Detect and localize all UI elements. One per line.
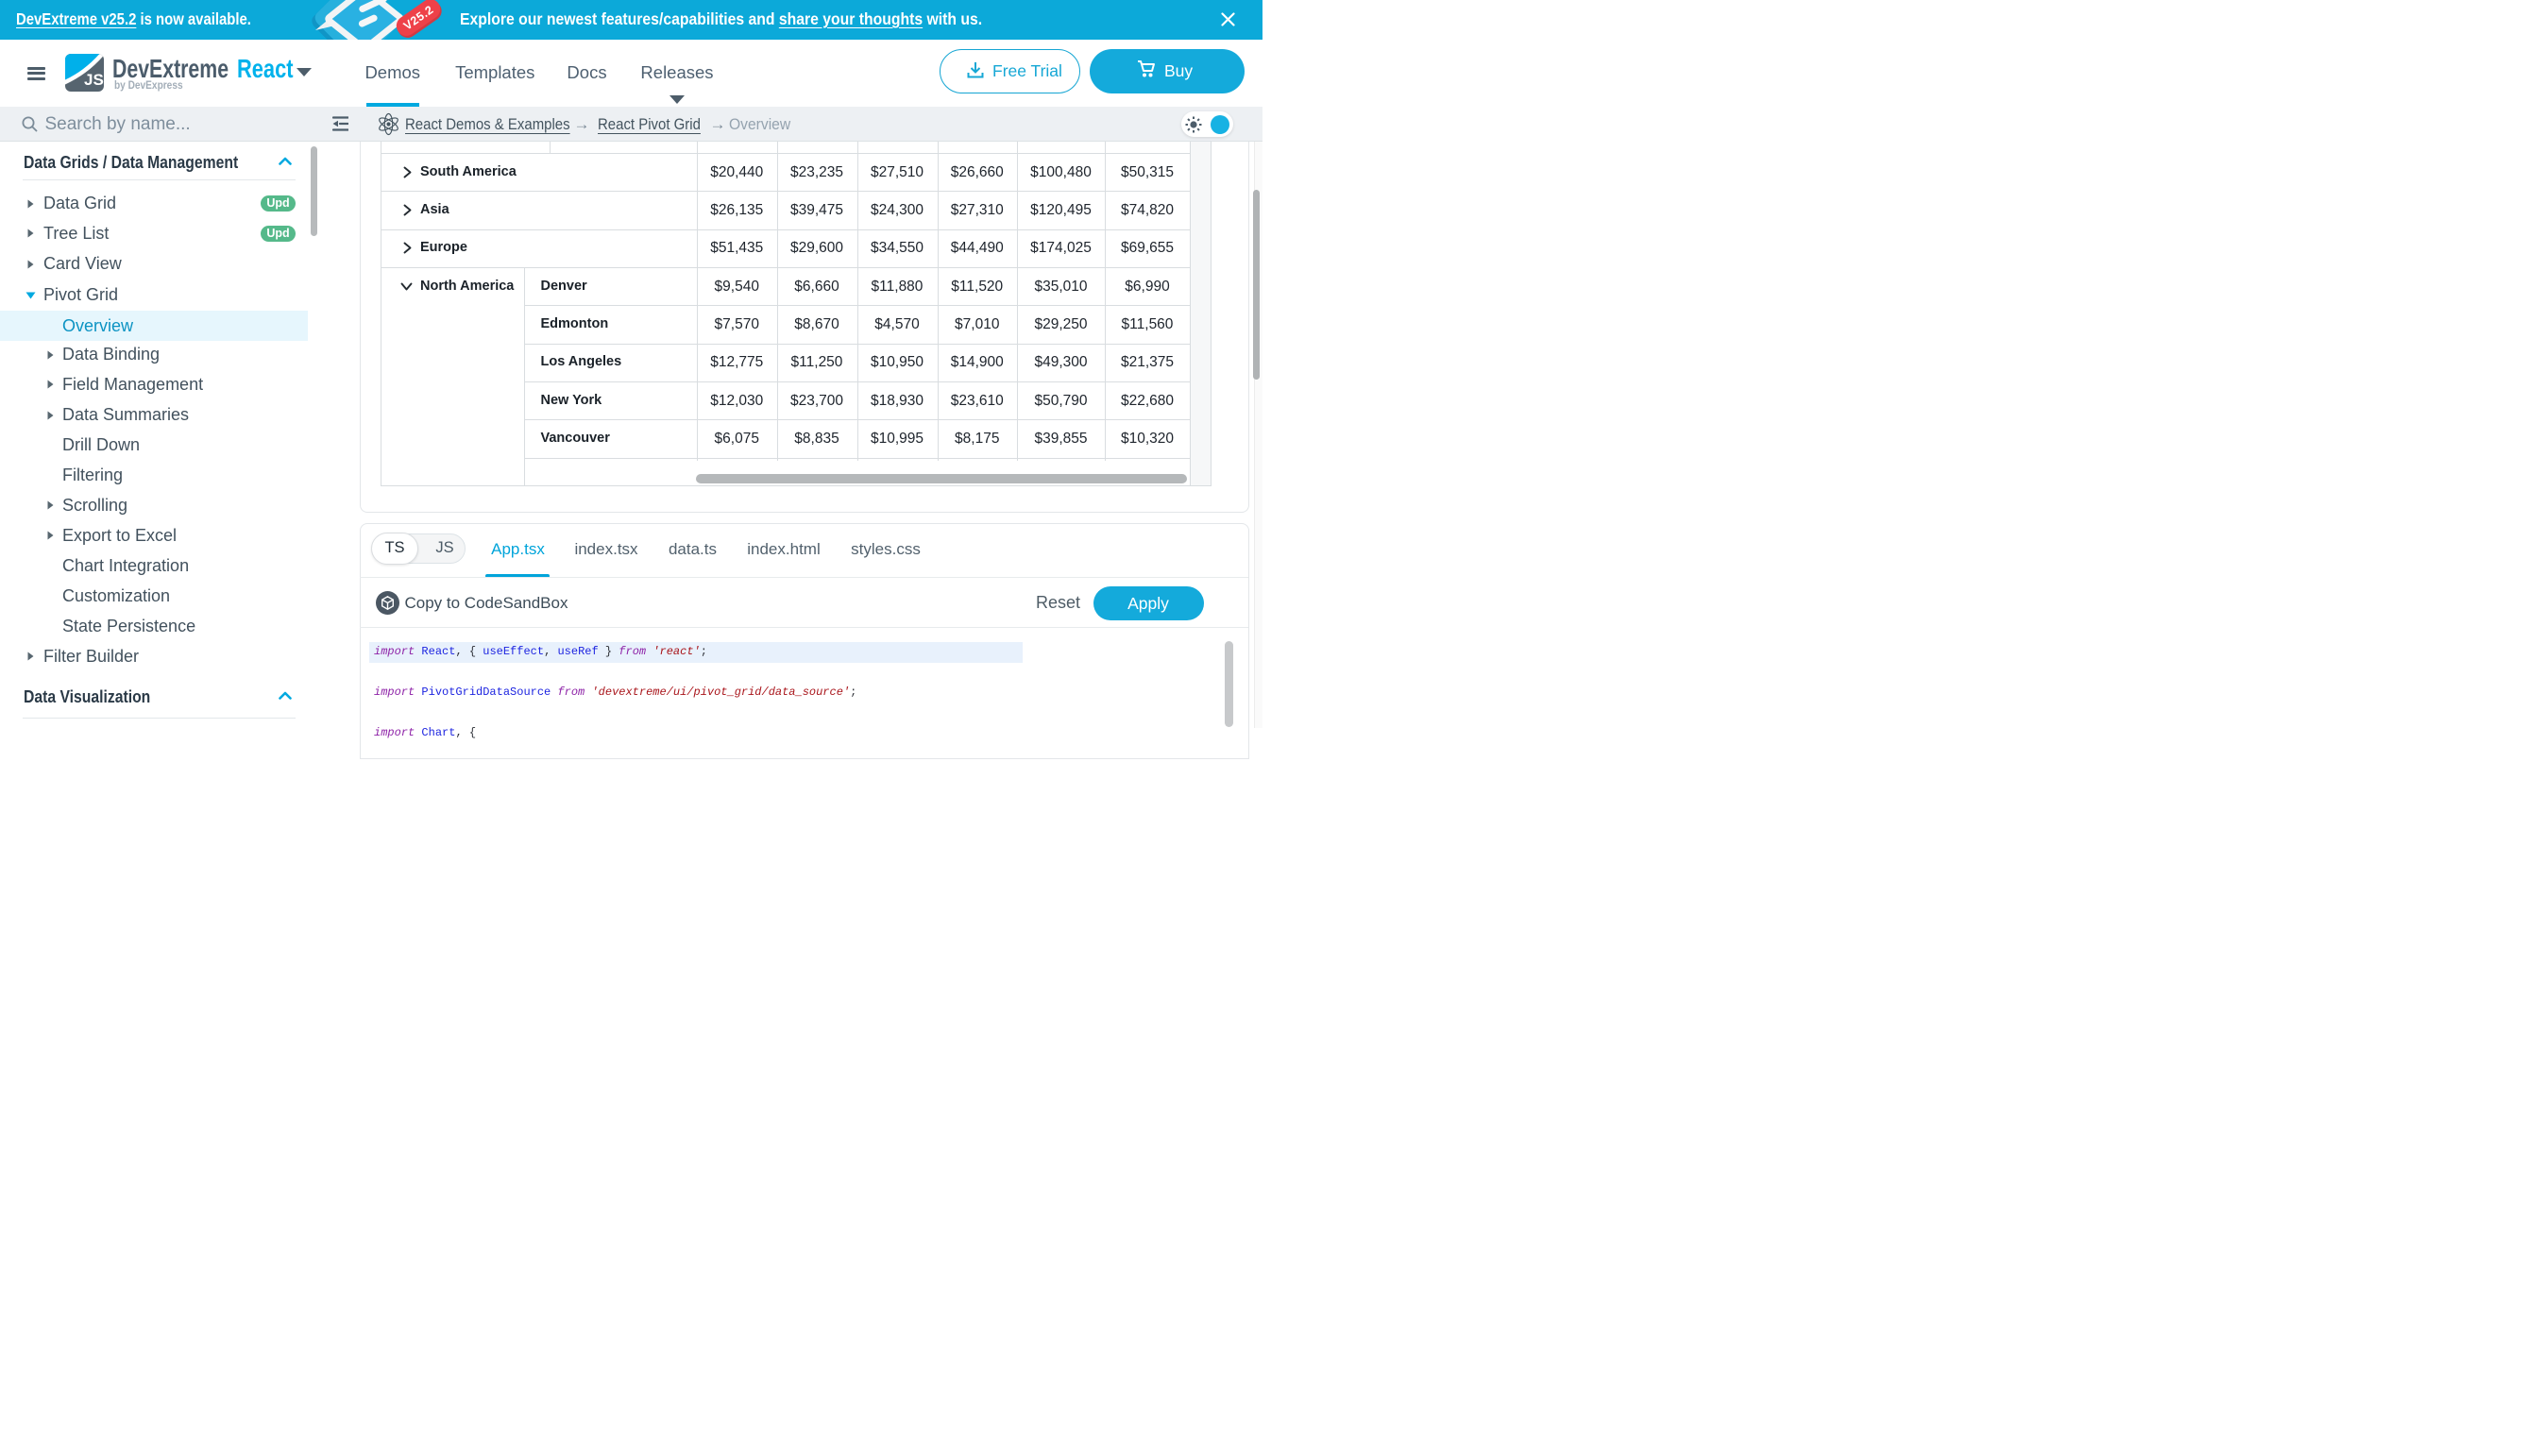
svg-text:JS: JS [84,71,104,89]
